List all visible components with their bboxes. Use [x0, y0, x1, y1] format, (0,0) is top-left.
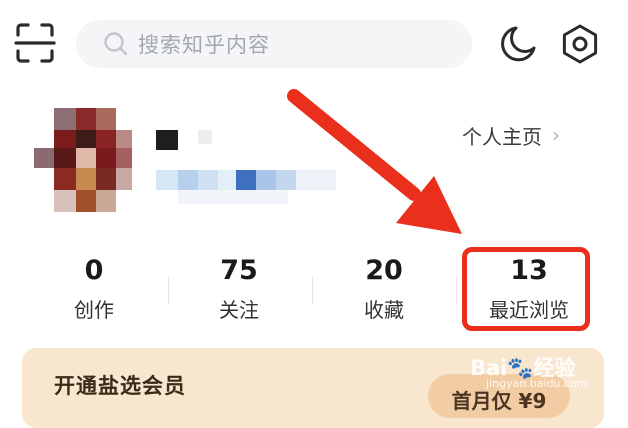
search-icon [104, 32, 128, 56]
scan-button[interactable] [14, 22, 56, 64]
stat-label: 收藏 [364, 298, 404, 322]
annotation-highlight-box [462, 247, 590, 331]
scan-icon [14, 23, 56, 63]
moon-icon [501, 26, 536, 62]
stat-divider [168, 276, 169, 304]
settings-button[interactable] [558, 22, 602, 66]
chevron-right-icon: › [552, 123, 560, 147]
vip-title: 开通盐选会员 [54, 374, 186, 398]
stat-divider [312, 276, 313, 304]
stat-following[interactable]: 75 关注 [179, 254, 299, 323]
search-placeholder: 搜索知乎内容 [138, 33, 270, 57]
stat-creations[interactable]: 0 创作 [34, 254, 154, 323]
stat-label: 关注 [219, 298, 259, 322]
gear-icon [562, 24, 598, 64]
search-bar[interactable]: 搜索知乎内容 [76, 20, 472, 68]
stat-divider [456, 276, 457, 304]
stat-value: 0 [84, 255, 104, 286]
watermark-url: jingyan.baidu.com [486, 377, 588, 390]
stat-favorites[interactable]: 20 收藏 [324, 254, 444, 323]
stat-value: 75 [220, 255, 258, 286]
avatar[interactable] [34, 108, 132, 212]
personal-homepage-link[interactable]: 个人主页 › [462, 120, 560, 150]
stat-label: 创作 [74, 298, 114, 322]
stat-value: 20 [365, 255, 403, 286]
homepage-link-label: 个人主页 [462, 124, 542, 149]
annotation-arrow-icon [287, 89, 462, 234]
night-mode-button[interactable] [496, 22, 540, 66]
